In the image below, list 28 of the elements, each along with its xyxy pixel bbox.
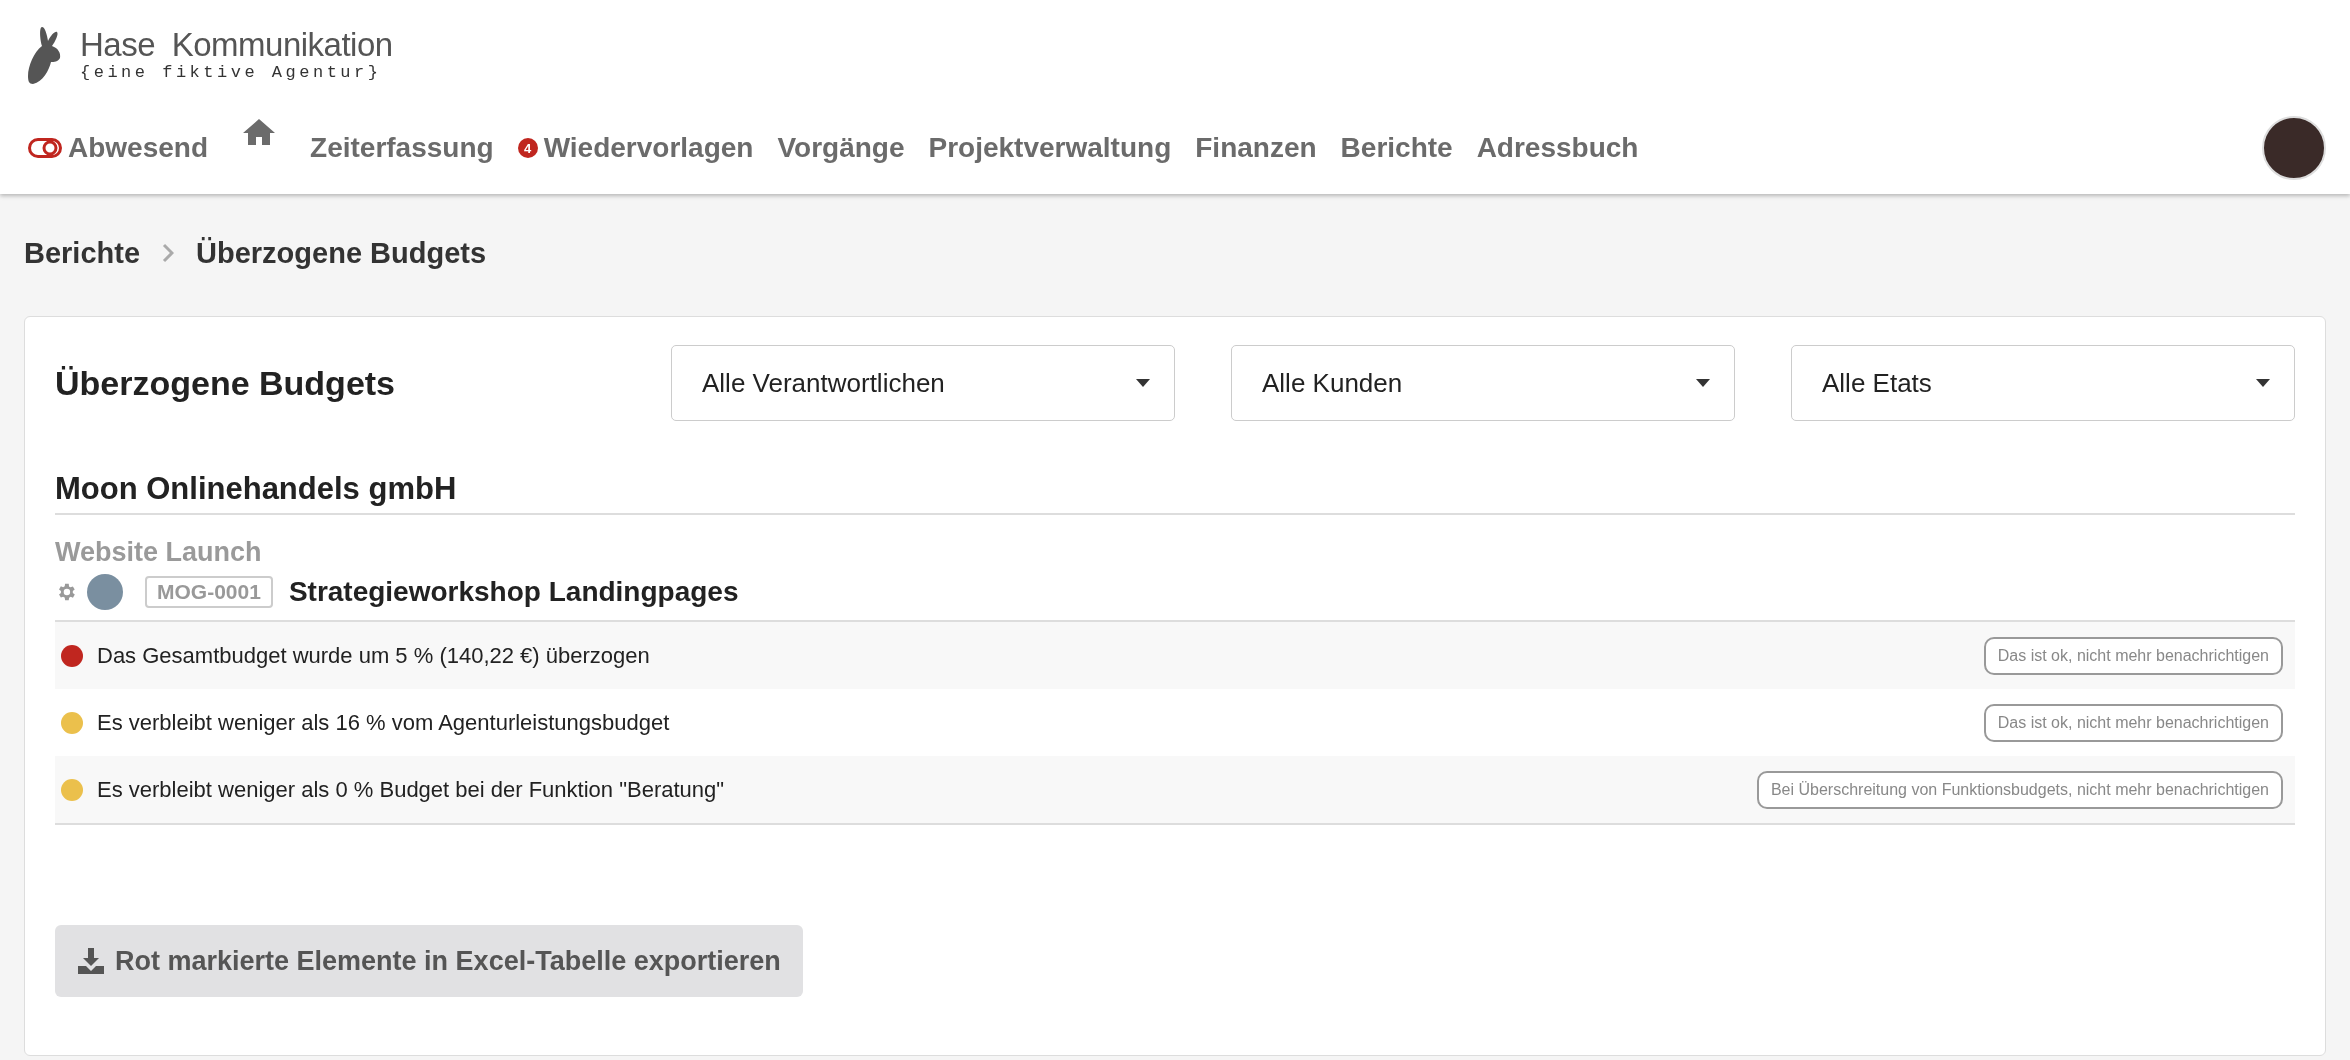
report-title: Überzogene Budgets [55, 363, 397, 403]
nav-link[interactable]: 4 Wiedervorlagen [517, 132, 754, 164]
logo-tagline: {eine fiktive Agentur} [80, 63, 383, 83]
dismiss-button[interactable]: Das ist ok, nicht mehr benachrichtigen [1983, 636, 2283, 675]
nav-link[interactable]: Abwesend [28, 132, 209, 164]
dismiss-button[interactable]: Das ist ok, nicht mehr benachrichtigen [1983, 703, 2283, 742]
client-heading: Moon Onlinehandels gmbH [55, 471, 2295, 515]
nav-link[interactable]: Projektverwaltung [928, 132, 1172, 164]
logo-name: Hase Kommunikation [80, 27, 393, 63]
alert-message: Das Gesamtbudget wurde um 5 % (140,22 €) überzogen [97, 642, 650, 669]
dismiss-button[interactable]: Bei Überschreitung von Funktionsbudgets, nicht mehr benachrichtigen [1756, 770, 2283, 809]
export-button[interactable]: Rot markierte Elemente in Excel-Tabelle exportieren [55, 925, 803, 997]
alert-message: Es verbleibt weniger als 0 % Budget bei der Funktion "Beratung" [97, 776, 725, 803]
breadcrumb-current: Überzogene Budgets [196, 236, 487, 270]
project-code: MOG-0001 [145, 576, 273, 608]
project-name: Strategieworkshop Landingpages [288, 576, 739, 608]
filter-dropdown[interactable]: Alle Kunden [1231, 345, 1735, 421]
nav-link[interactable]: Finanzen [1195, 132, 1317, 164]
nav-link[interactable]: Berichte [1340, 132, 1453, 164]
count-badge: 4 [517, 138, 538, 158]
breadcrumb-link[interactable]: Berichte [24, 236, 141, 270]
nav-link[interactable]: Zeiterfassung [310, 132, 494, 164]
nav-link[interactable]: Adressbuch [1476, 132, 1639, 164]
budget-name: Website Launch [55, 537, 263, 568]
alert-message: Es verbleibt weniger als 16 % vom Agenturleistungsbudget [97, 709, 670, 736]
filter-dropdown[interactable]: Alle Verantwortlichen [671, 345, 1175, 421]
nav-link[interactable]: Vorgänge [777, 132, 905, 164]
filter-dropdown[interactable]: Alle Etats [1791, 345, 2295, 421]
